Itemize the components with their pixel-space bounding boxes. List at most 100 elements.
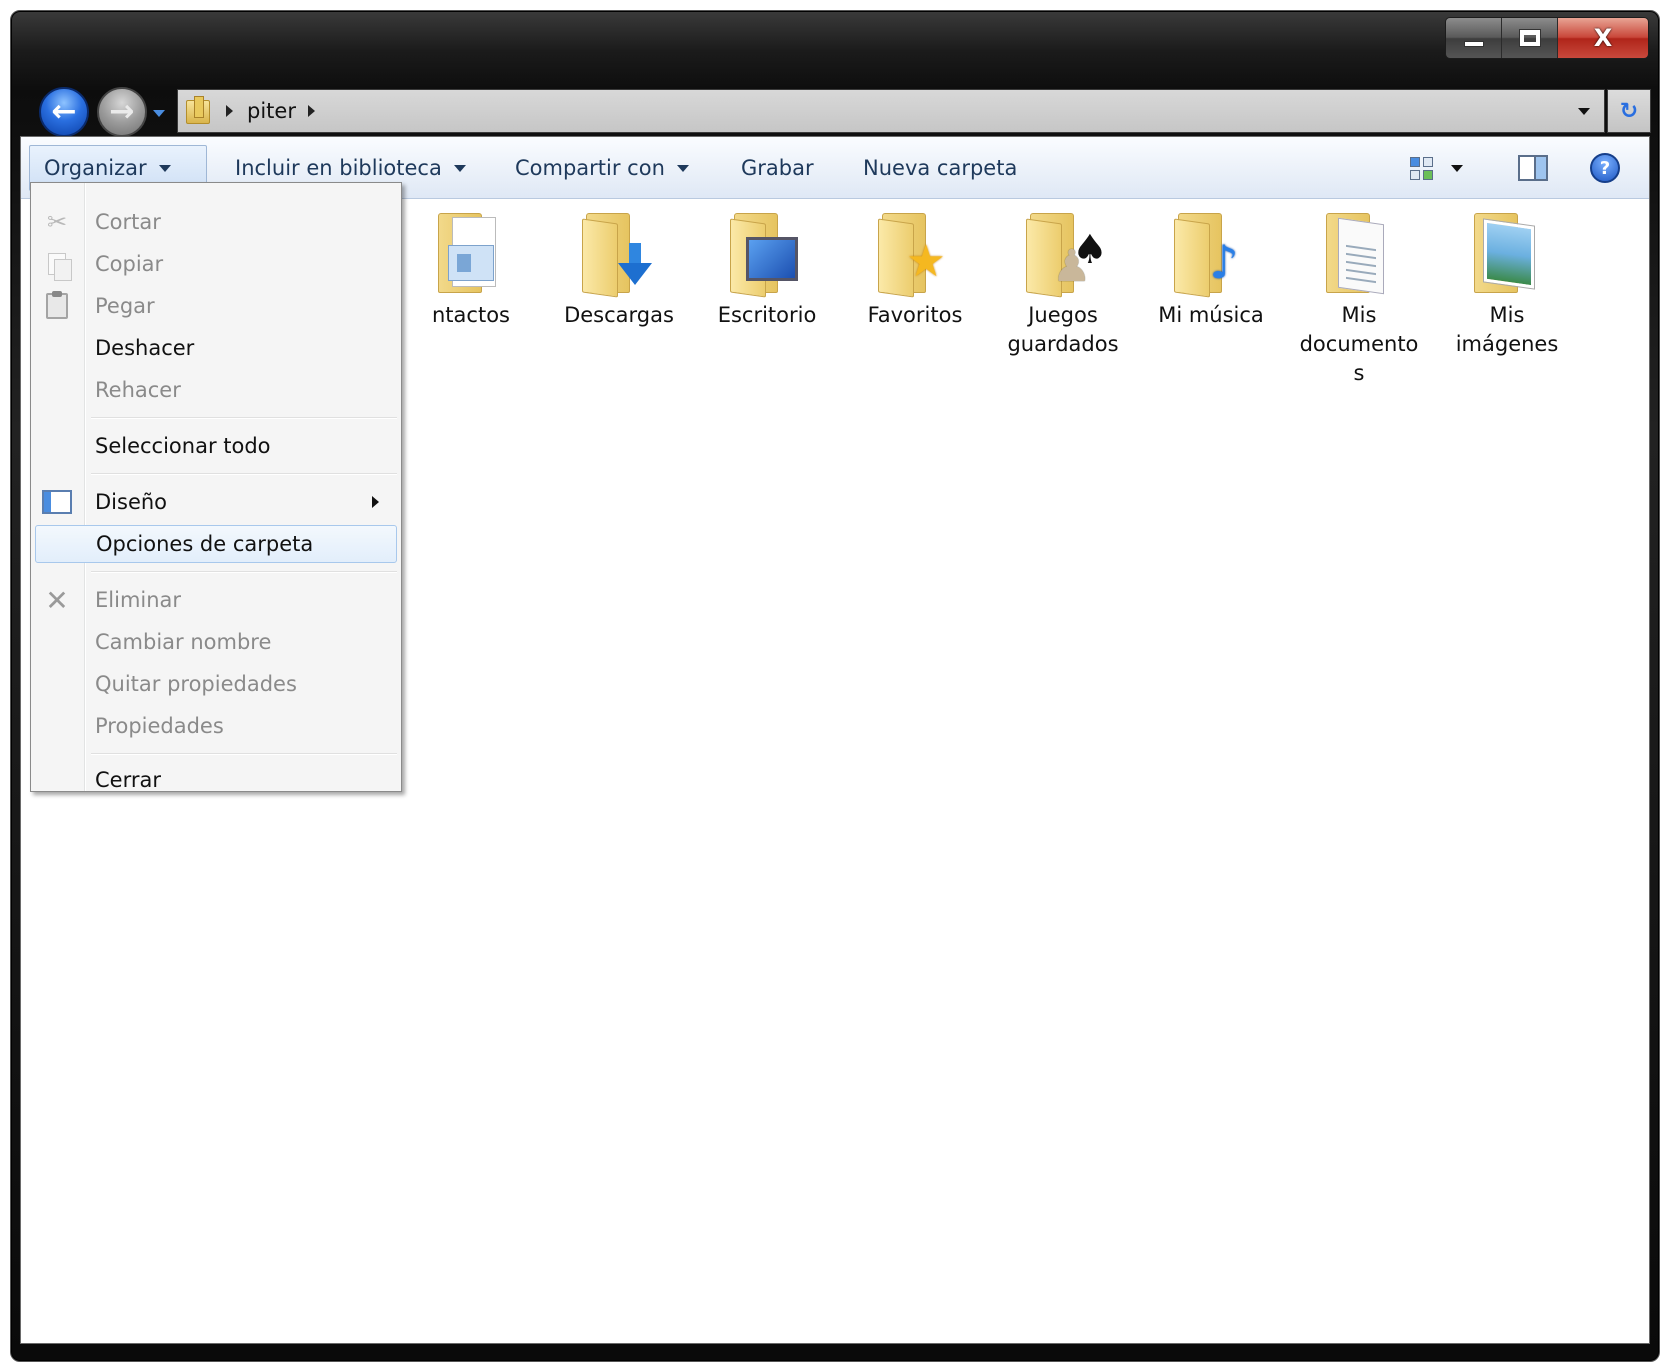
back-arrow-icon: ←: [51, 94, 77, 129]
star-icon: ★: [906, 235, 946, 287]
folder-label: Favoritos: [867, 303, 963, 327]
address-bar[interactable]: piter: [177, 89, 1605, 133]
menu-item-folder-options[interactable]: Opciones de carpeta: [35, 525, 397, 563]
menu-item-label: Eliminar: [95, 588, 182, 612]
menu-item-copy[interactable]: Copiar: [35, 245, 397, 283]
organize-menu: ✂ Cortar Copiar Pegar Deshacer Rehacer S…: [30, 182, 402, 792]
chevron-down-icon: [153, 109, 165, 117]
folder-label: Juegos guardados: [988, 301, 1138, 359]
breadcrumb-separator-icon[interactable]: [226, 105, 233, 117]
folder-mi-musica[interactable]: ♪ Mi música: [1141, 201, 1281, 330]
folder-escritorio[interactable]: Escritorio: [697, 201, 837, 330]
folder-label: Escritorio: [717, 303, 817, 327]
menu-item-redo[interactable]: Rehacer: [35, 371, 397, 409]
back-button[interactable]: ←: [39, 87, 89, 137]
change-view-button[interactable]: [1401, 149, 1441, 187]
menu-item-properties[interactable]: Propiedades: [35, 707, 397, 745]
breadcrumb-separator-icon[interactable]: [307, 105, 315, 117]
submenu-arrow-icon: [372, 496, 379, 508]
download-arrow-icon: [618, 243, 652, 287]
menu-item-label: Seleccionar todo: [95, 434, 271, 458]
folder-descargas[interactable]: Descargas: [549, 201, 689, 330]
recent-pages-button[interactable]: [151, 105, 167, 121]
folder-icon: ♠ ♟: [1022, 207, 1108, 299]
minimize-button[interactable]: [1446, 18, 1502, 58]
scissors-icon: ✂: [46, 208, 68, 236]
help-button[interactable]: ?: [1583, 149, 1627, 187]
menu-item-remove-properties[interactable]: Quitar propiedades: [35, 665, 397, 703]
folder-label-line: Mis: [1489, 303, 1525, 327]
close-button[interactable]: X: [1558, 18, 1648, 58]
refresh-icon: ↻: [1619, 98, 1639, 124]
menu-item-label: Diseño: [95, 490, 168, 514]
chevron-down-icon: [1451, 164, 1463, 172]
menu-item-label: Pegar: [95, 294, 155, 318]
folder-juegos-guardados[interactable]: ♠ ♟ Juegos guardados: [993, 201, 1133, 359]
folder-icon: [430, 207, 512, 299]
burn-button[interactable]: Grabar: [727, 145, 828, 191]
folder-icon: ♪: [1170, 207, 1252, 299]
new-folder-button[interactable]: Nueva carpeta: [849, 145, 1031, 191]
folder-icon: [1466, 207, 1548, 299]
menu-item-label: Cambiar nombre: [95, 630, 272, 654]
menu-item-label: Rehacer: [95, 378, 181, 402]
folder-label-line: documento: [1299, 332, 1419, 356]
chevron-down-icon: [158, 164, 171, 172]
menu-item-undo[interactable]: Deshacer: [35, 329, 397, 367]
chevron-down-icon: [1578, 107, 1590, 115]
menu-item-select-all[interactable]: Seleccionar todo: [35, 427, 397, 465]
share-with-button[interactable]: Compartir con: [501, 145, 703, 191]
menu-item-label: Deshacer: [95, 336, 195, 360]
menu-item-cut[interactable]: ✂ Cortar: [35, 203, 397, 241]
folder-label-line: guardados: [1007, 332, 1119, 356]
menu-separator: [91, 753, 397, 755]
picture-icon: [1483, 218, 1535, 290]
folder-mis-documentos[interactable]: Mis documento s: [1289, 201, 1429, 388]
menu-item-label: Propiedades: [95, 714, 224, 738]
include-library-label: Incluir en biblioteca: [235, 156, 442, 180]
view-options-dropdown[interactable]: [1445, 149, 1469, 187]
menu-item-rename[interactable]: Cambiar nombre: [35, 623, 397, 661]
refresh-button[interactable]: ↻: [1607, 89, 1651, 133]
folder-label: Mi música: [1158, 303, 1264, 327]
minimize-icon: [1463, 41, 1484, 47]
folder-mis-imagenes[interactable]: Mis imágenes: [1437, 201, 1577, 359]
maximize-button[interactable]: [1502, 18, 1558, 58]
folder-contactos[interactable]: ntactos: [401, 201, 541, 330]
document-icon: [1338, 217, 1384, 295]
menu-item-label: Copiar: [95, 252, 164, 276]
delete-icon: ✕: [45, 583, 69, 617]
folder-label-line: imágenes: [1455, 332, 1559, 356]
address-history-button[interactable]: [1564, 90, 1604, 132]
breadcrumb-piter[interactable]: piter: [247, 99, 296, 123]
views-icon: [1409, 156, 1433, 180]
desktop-icon: [746, 237, 798, 281]
layout-icon: [41, 486, 73, 518]
folder-label: Mis imágenes: [1432, 301, 1582, 359]
music-note-icon: ♪: [1209, 235, 1239, 289]
chevron-down-icon: [453, 164, 466, 172]
menu-item-delete[interactable]: ✕ Eliminar: [35, 581, 397, 619]
folder-label-line: s: [1353, 361, 1365, 385]
preview-pane-button[interactable]: [1511, 149, 1555, 187]
new-folder-label: Nueva carpeta: [863, 156, 1018, 180]
close-icon: X: [1593, 24, 1613, 52]
user-folder-icon: [186, 96, 214, 126]
folder-label-line: Juegos: [1028, 303, 1098, 327]
menu-item-close[interactable]: Cerrar: [35, 761, 397, 799]
folder-label: ntactos: [432, 303, 510, 327]
menu-item-layout[interactable]: Diseño: [35, 483, 397, 521]
maximize-icon: [1518, 29, 1541, 47]
folder-icon: [726, 207, 808, 299]
menu-item-label: Cortar: [95, 210, 161, 234]
contact-card-icon: [448, 245, 494, 281]
menu-separator: [91, 571, 397, 573]
folder-label-line: Mis: [1341, 303, 1377, 327]
forward-arrow-icon: →: [109, 94, 135, 129]
menu-item-label: Quitar propiedades: [95, 672, 297, 696]
menu-separator: [91, 417, 397, 419]
menu-item-paste[interactable]: Pegar: [35, 287, 397, 325]
clipboard-icon: [41, 290, 73, 322]
folder-favoritos[interactable]: ★ Favoritos: [845, 201, 985, 330]
forward-button[interactable]: →: [97, 87, 147, 137]
